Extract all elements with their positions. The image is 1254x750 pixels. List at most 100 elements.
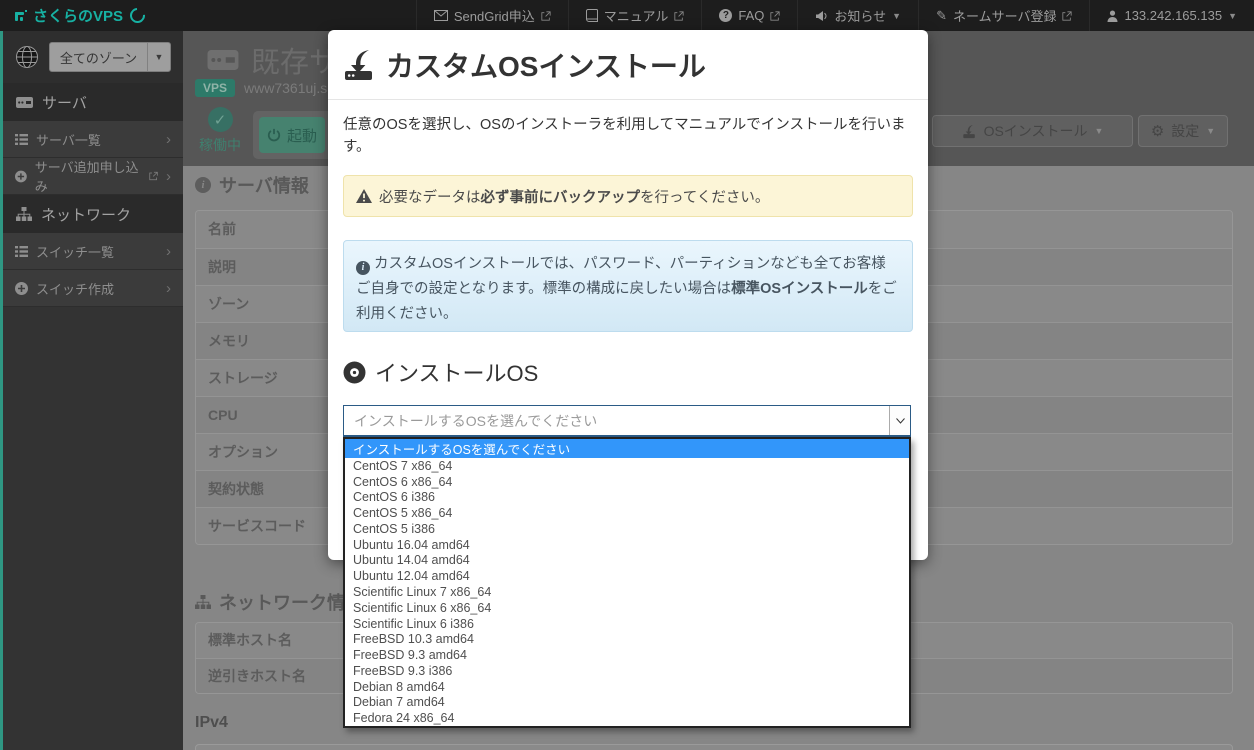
os-option[interactable]: CentOS 5 i386 xyxy=(345,521,909,537)
nav-label: ネームサーバ登録 xyxy=(953,6,1056,25)
nav-sendgrid[interactable]: SendGrid申込 xyxy=(416,0,568,31)
os-option[interactable]: FreeBSD 10.3 amd64 xyxy=(345,631,909,647)
chevron-down-icon: ▼ xyxy=(1228,11,1237,21)
os-option[interactable]: Fedora 24 x86_64 xyxy=(345,710,909,726)
sidebar-item-server-list[interactable]: サーバ一覧 › xyxy=(3,121,183,158)
modal-description: 任意のOSを選択し、OSのインストーラを利用してマニュアルでインストールを行いま… xyxy=(343,114,913,159)
brand-logo[interactable]: さくらのVPS xyxy=(0,0,159,31)
question-icon: ? xyxy=(719,9,732,22)
os-option[interactable]: Ubuntu 16.04 amd64 xyxy=(345,537,909,553)
os-install-dropdown-button[interactable]: OSインストール ▼ xyxy=(932,115,1133,147)
list-icon xyxy=(15,246,28,257)
chevron-down-icon: ▼ xyxy=(892,11,901,21)
top-navbar: さくらのVPS SendGrid申込 マニュアル ? FAQ お知らせ xyxy=(0,0,1254,31)
nav-nameserver[interactable]: ✎ ネームサーバ登録 xyxy=(918,0,1089,31)
os-option[interactable]: Scientific Linux 6 i386 xyxy=(345,616,909,632)
chevron-right-icon: › xyxy=(166,131,171,148)
boot-button[interactable]: 起動 xyxy=(259,117,325,153)
external-link-icon xyxy=(541,11,551,21)
chevron-down-icon: ▼ xyxy=(1095,126,1104,136)
sidebar-item-label: スイッチ作成 xyxy=(36,279,114,298)
boot-button-label: 起動 xyxy=(287,125,317,146)
sitemap-icon xyxy=(16,207,32,221)
os-option[interactable]: Scientific Linux 6 x86_64 xyxy=(345,600,909,616)
plus-circle-icon xyxy=(15,170,27,183)
os-option[interactable]: Scientific Linux 7 x86_64 xyxy=(345,584,909,600)
warning-icon xyxy=(356,189,372,203)
sidebar-item-switch-create[interactable]: スイッチ作成 › xyxy=(3,270,183,307)
megaphone-icon xyxy=(815,10,828,22)
section-label: ネットワーク xyxy=(41,204,131,225)
user-icon xyxy=(1107,10,1118,22)
power-icon xyxy=(267,128,281,142)
status-label: 稼働中 xyxy=(189,135,251,155)
os-select-value: インストールするOSを選んでください xyxy=(344,406,889,435)
nav-label: SendGrid申込 xyxy=(454,6,535,25)
pencil-icon: ✎ xyxy=(936,8,947,24)
nav-account[interactable]: 133.242.165.135 ▼ xyxy=(1089,0,1254,31)
zone-select-value: 全てのゾーン xyxy=(50,43,147,71)
sidebar-item-label: スイッチ一覧 xyxy=(36,242,114,261)
nav-news[interactable]: お知らせ ▼ xyxy=(797,0,918,31)
modal-title: カスタムOSインストール xyxy=(386,45,706,85)
section-label: サーバ xyxy=(42,92,87,113)
chevron-down-icon xyxy=(896,418,905,424)
os-install-button-label: OSインストール xyxy=(984,121,1088,141)
os-option[interactable]: インストールするOSを選んでください xyxy=(345,439,909,458)
chevron-down-icon: ▼ xyxy=(1206,126,1215,136)
os-option[interactable]: FreeBSD 9.3 i386 xyxy=(345,663,909,679)
sidebar-item-server-add[interactable]: サーバ追加申し込み › xyxy=(3,158,183,195)
server-info-heading: i サーバ情報 xyxy=(195,172,309,198)
os-option[interactable]: Debian 8 amd64 xyxy=(345,679,909,695)
zone-select[interactable]: 全てのゾーン ▼ xyxy=(49,42,171,72)
sidebar-section-network: ネットワーク xyxy=(3,195,183,233)
globe-icon xyxy=(15,45,39,69)
sidebar-section-server: サーバ xyxy=(3,83,183,121)
status-check-icon: ✓ xyxy=(208,107,233,132)
external-link-icon xyxy=(1062,11,1072,21)
ipv4-heading: IPv4 xyxy=(195,714,228,732)
heading-label: インストールOS xyxy=(375,356,538,388)
server-status: ✓ 稼働中 xyxy=(189,107,251,155)
chevron-right-icon: › xyxy=(166,243,171,260)
os-select[interactable]: インストールするOSを選んでください xyxy=(343,405,911,437)
nav-label: お知らせ xyxy=(834,6,886,25)
nav-label: マニュアル xyxy=(604,6,669,25)
ipv4-table-partial xyxy=(195,744,1233,750)
server-icon xyxy=(207,50,239,70)
os-option[interactable]: Ubuntu 14.04 amd64 xyxy=(345,553,909,569)
gear-icon: ⚙ xyxy=(1151,124,1164,139)
info-icon: i xyxy=(195,177,211,193)
select-arrow xyxy=(889,406,910,435)
sidebar-item-switch-list[interactable]: スイッチ一覧 › xyxy=(3,233,183,270)
os-option[interactable]: Debian 7 amd64 xyxy=(345,694,909,710)
os-install-icon xyxy=(962,124,977,139)
sitemap-icon xyxy=(195,595,211,609)
os-option[interactable]: CentOS 6 i386 xyxy=(345,490,909,506)
os-option[interactable]: CentOS 6 x86_64 xyxy=(345,474,909,490)
server-identity: VPS www7361uj.sa xyxy=(195,79,335,97)
sidebar-item-label: サーバ一覧 xyxy=(36,130,101,149)
os-option[interactable]: CentOS 7 x86_64 xyxy=(345,458,909,474)
nav-manual[interactable]: マニュアル xyxy=(568,0,702,31)
nav-faq[interactable]: ? FAQ xyxy=(701,0,797,31)
chevron-right-icon: › xyxy=(166,168,171,185)
server-icon xyxy=(16,97,33,108)
settings-dropdown-button[interactable]: ⚙ 設定 ▼ xyxy=(1138,115,1228,147)
os-option[interactable]: Ubuntu 12.04 amd64 xyxy=(345,568,909,584)
book-icon xyxy=(586,9,598,22)
external-link-icon xyxy=(770,11,780,21)
backup-warning-alert: 必要なデータは必ず事前にバックアップを行ってください。 xyxy=(343,175,913,217)
external-link-icon xyxy=(674,11,684,21)
heading-label: ネットワーク情報 xyxy=(219,589,363,615)
zone-selector-row: 全てのゾーン ▼ xyxy=(3,31,183,83)
network-info-heading: ネットワーク情報 xyxy=(195,589,363,615)
nav-label: FAQ xyxy=(738,8,764,23)
external-link-icon xyxy=(149,171,158,181)
warning-text: 必要なデータは必ず事前にバックアップを行ってください。 xyxy=(379,186,769,207)
app-root: さくらのVPS SendGrid申込 マニュアル ? FAQ お知らせ xyxy=(0,0,1254,750)
sidebar-item-label: サーバ追加申し込み xyxy=(35,157,141,195)
sakura-mark-icon xyxy=(14,9,28,23)
os-option[interactable]: CentOS 5 x86_64 xyxy=(345,505,909,521)
os-option[interactable]: FreeBSD 9.3 amd64 xyxy=(345,647,909,663)
